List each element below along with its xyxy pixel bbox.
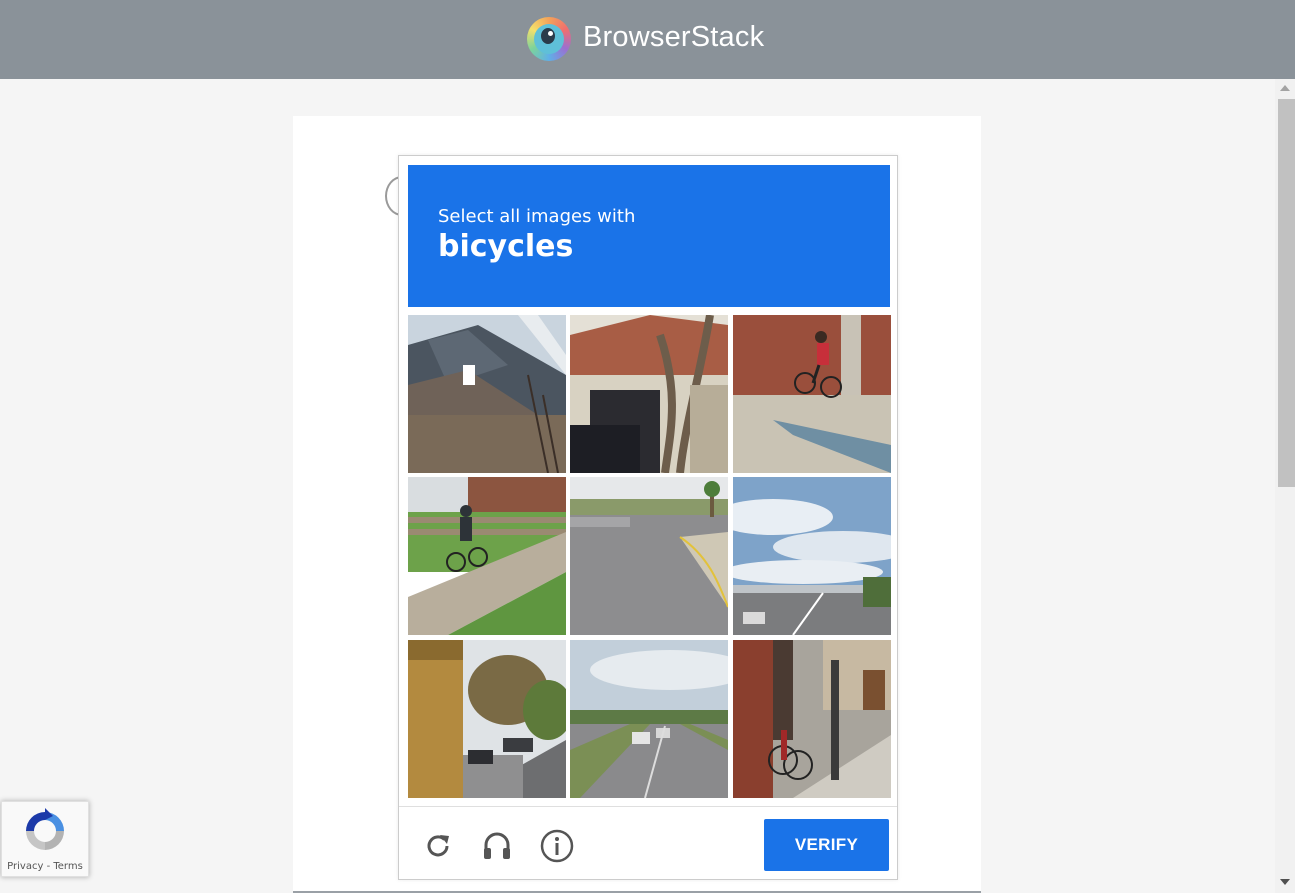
privacy-link[interactable]: Privacy <box>7 861 43 872</box>
captcha-challenge: Select all images with bicycles VERIFY <box>398 155 898 880</box>
captcha-tile-highway[interactable] <box>570 640 728 798</box>
recaptcha-badge[interactable]: Privacy - Terms <box>1 801 89 877</box>
captcha-instruction: Select all images with <box>438 206 636 227</box>
link-separator: - <box>43 861 54 872</box>
captcha-header: Select all images with bicycles <box>408 165 890 307</box>
scroll-up-arrow-icon[interactable] <box>1280 85 1290 91</box>
footer-divider <box>399 806 897 807</box>
scrollbar-thumb[interactable] <box>1278 99 1295 487</box>
captcha-tile-street-trees[interactable] <box>408 640 566 798</box>
headphones-icon[interactable] <box>477 826 517 866</box>
captcha-tile-cyclist-brick[interactable] <box>733 315 891 473</box>
captcha-tile-garage[interactable] <box>570 315 728 473</box>
browserstack-eye-icon <box>527 17 571 61</box>
brand-name: BrowserStack <box>583 21 765 53</box>
verify-button[interactable]: VERIFY <box>764 819 889 871</box>
page-scrollbar[interactable] <box>1275 79 1295 893</box>
captcha-tile-bicycle-sidewalk[interactable] <box>733 640 891 798</box>
terms-link[interactable]: Terms <box>53 861 82 872</box>
info-icon[interactable] <box>537 826 577 866</box>
captcha-target: bicycles <box>438 229 574 264</box>
recaptcha-logo-icon <box>22 808 68 854</box>
captcha-tile-house-roof[interactable] <box>408 315 566 473</box>
captcha-tile-road[interactable] <box>570 477 728 635</box>
reload-icon[interactable] <box>418 826 458 866</box>
scroll-down-arrow-icon[interactable] <box>1280 879 1290 885</box>
top-bar: BrowserStack <box>0 0 1295 79</box>
captcha-tile-overpass[interactable] <box>733 477 891 635</box>
browserstack-logo[interactable]: BrowserStack <box>527 17 787 61</box>
captcha-tile-cyclist-path[interactable] <box>408 477 566 635</box>
captcha-image-grid <box>408 315 891 798</box>
